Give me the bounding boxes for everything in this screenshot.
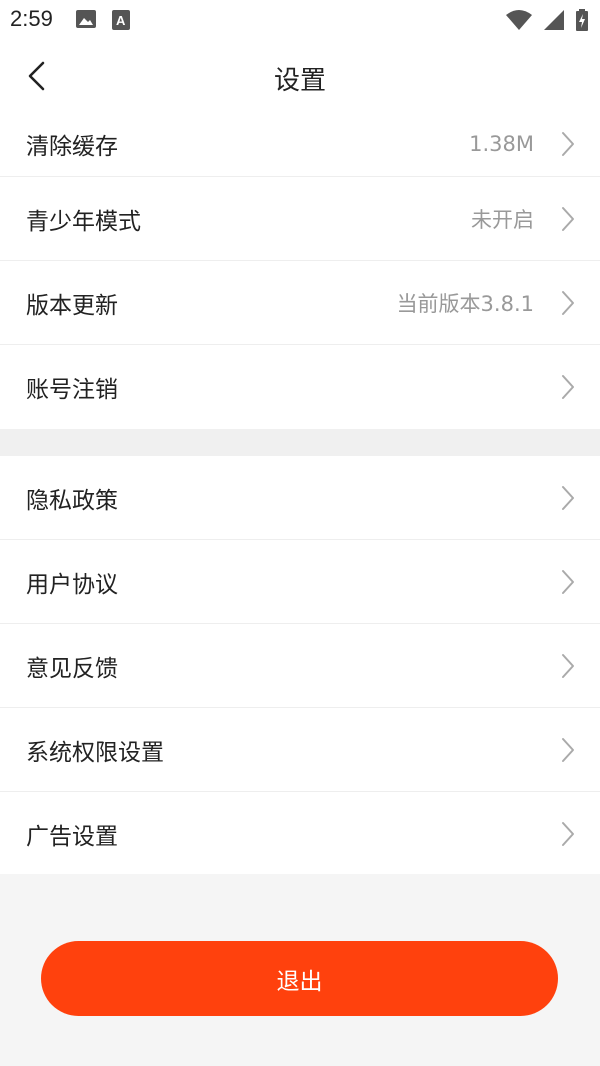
chevron-right-icon [562,653,574,678]
status-time: 2:59 [10,6,53,31]
page-title: 设置 [273,66,326,96]
chevron-right-icon [562,569,574,594]
row-label: 意见反馈 [26,655,118,682]
chevron-right-icon [562,485,574,510]
row-value: 当前版本3.8.1 [396,291,534,316]
svg-text:A: A [116,13,126,28]
status-right-icons [506,9,588,35]
header: 设置 [0,40,600,113]
row-label: 青少年模式 [26,208,141,235]
settings-group-2: 隐私政策 用户协议 意见反馈 系统权限设置 广告设置 [0,456,600,876]
row-version-update[interactable]: 版本更新 当前版本3.8.1 [0,261,600,345]
row-system-permissions[interactable]: 系统权限设置 [0,708,600,792]
status-left-icons: A [76,10,130,34]
chevron-right-icon [562,375,574,399]
wifi-icon [506,10,532,34]
chevron-right-icon [562,737,574,762]
section-divider [0,429,600,456]
row-label: 广告设置 [26,824,118,850]
row-user-agreement[interactable]: 用户协议 [0,540,600,624]
logout-area: 退出 [0,874,600,1066]
settings-group-1: 清除缓存 1.38M 青少年模式 未开启 版本更新 当前版本3.8.1 账号注销 [0,112,600,429]
signal-icon [544,10,564,34]
row-label: 系统权限设置 [26,739,164,766]
row-privacy-policy[interactable]: 隐私政策 [0,456,600,540]
chevron-right-icon [562,822,574,846]
battery-charging-icon [576,9,588,35]
row-label: 用户协议 [26,571,118,598]
font-a-icon: A [112,10,130,34]
chevron-right-icon [562,132,574,156]
row-label: 清除缓存 [26,134,118,160]
row-label: 版本更新 [26,292,118,319]
row-account-deletion[interactable]: 账号注销 [0,345,600,429]
chevron-right-icon [562,206,574,231]
row-label: 隐私政策 [26,487,118,514]
row-feedback[interactable]: 意见反馈 [0,624,600,708]
status-bar: 2:59 A [0,0,600,40]
chevron-right-icon [562,290,574,315]
row-label: 账号注销 [26,377,118,403]
logout-button[interactable]: 退出 [41,941,558,1016]
row-teen-mode[interactable]: 青少年模式 未开启 [0,177,600,261]
row-clear-cache[interactable]: 清除缓存 1.38M [0,112,600,177]
row-value: 1.38M [469,132,534,156]
row-value: 未开启 [471,207,534,232]
image-icon [76,10,96,34]
row-ad-settings[interactable]: 广告设置 [0,792,600,876]
